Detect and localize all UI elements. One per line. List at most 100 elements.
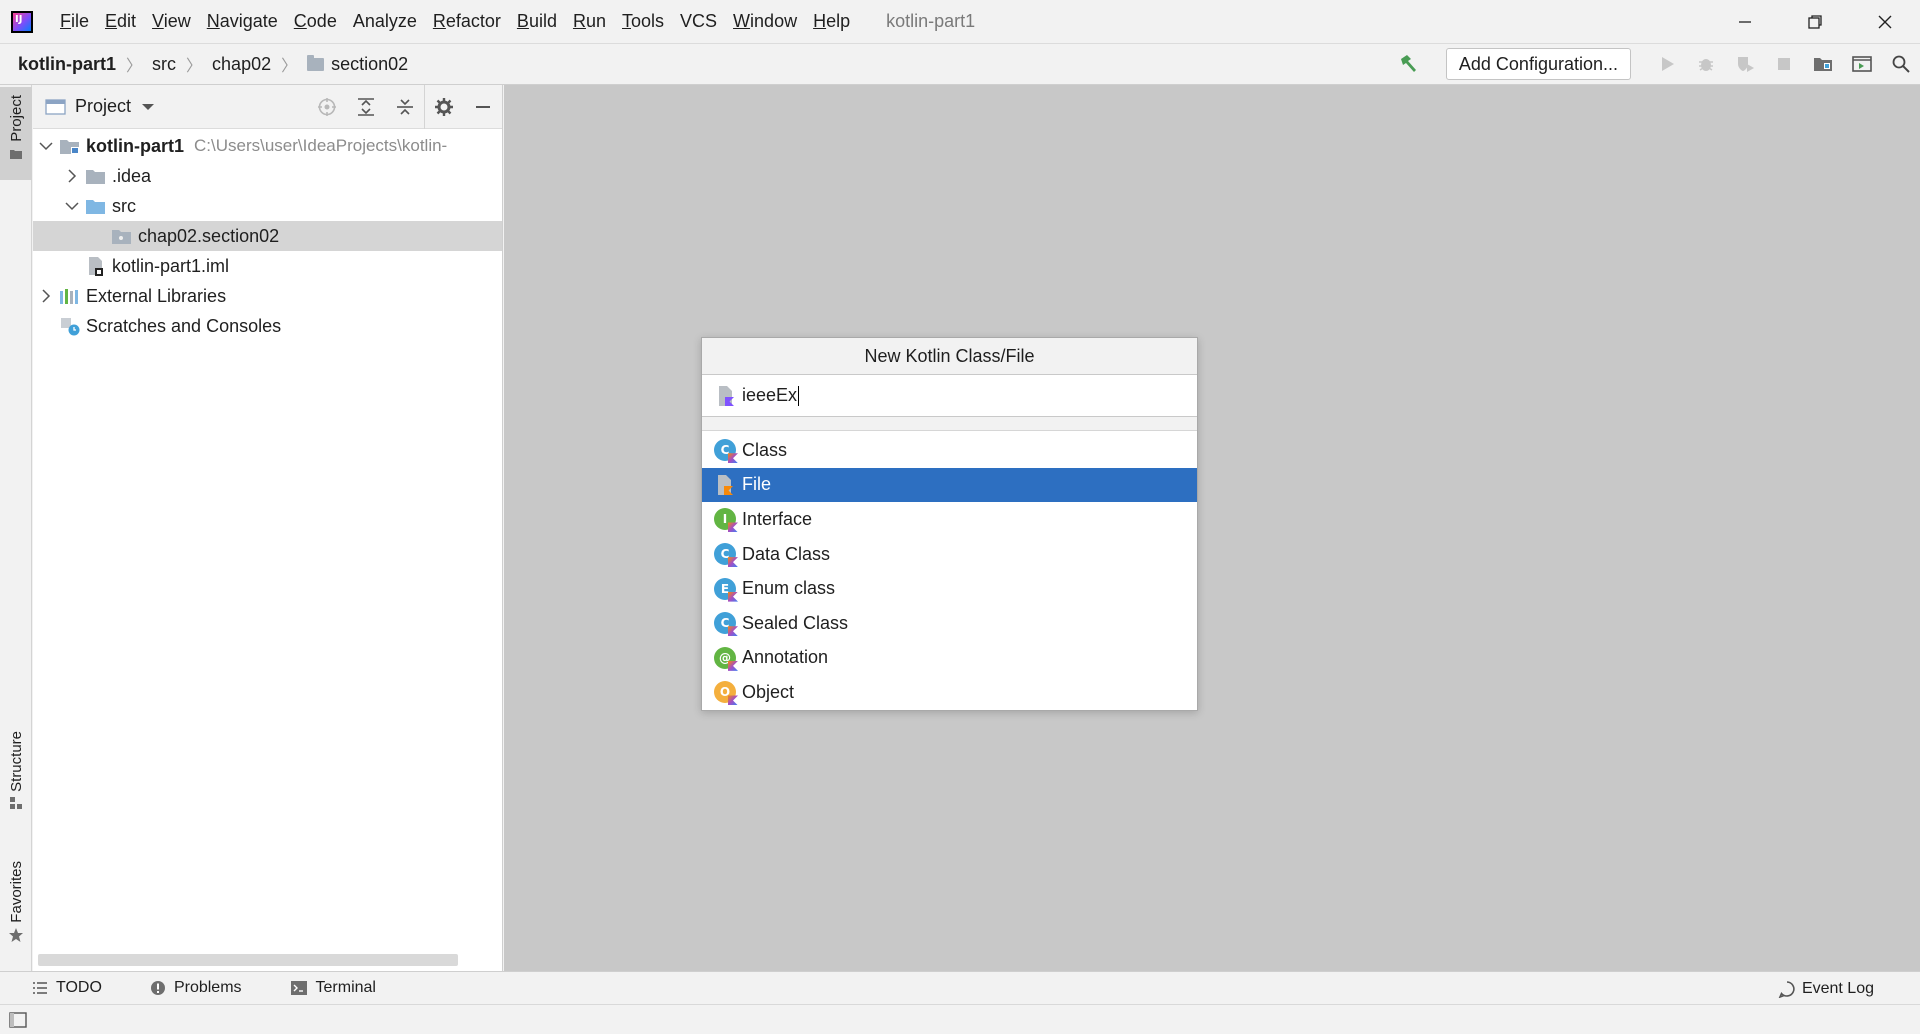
breadcrumb-separator-icon: 〉 (186, 58, 203, 75)
favorites-tab-label: Favorites (7, 861, 25, 923)
module-folder-icon (59, 137, 81, 155)
navigation-bar: kotlin-part1 〉 src 〉 chap02 〉 section02 … (0, 43, 1920, 85)
tree-row-scratches[interactable]: Scratches and Consoles (33, 311, 502, 341)
folder-icon (10, 149, 22, 159)
tree-row-external-libraries[interactable]: External Libraries (33, 281, 502, 311)
close-button[interactable] (1850, 0, 1920, 43)
project-tool-tab[interactable]: Project (0, 87, 32, 180)
chevron-down-icon[interactable] (33, 141, 59, 151)
kotlin-class-icon: C (714, 439, 736, 462)
breadcrumb-chap02[interactable]: chap02 (212, 54, 271, 75)
chevron-down-icon[interactable] (141, 102, 155, 112)
expand-all-button[interactable] (346, 85, 385, 129)
menu-window[interactable]: Window (725, 0, 805, 43)
breadcrumb-section02[interactable]: section02 (307, 54, 408, 75)
problems-tab[interactable]: Problems (132, 979, 258, 997)
project-panel-tools (307, 85, 502, 129)
chevron-right-icon[interactable] (33, 289, 59, 303)
debug-button[interactable] (1686, 44, 1725, 84)
run-icon (1661, 57, 1674, 71)
coverage-shield-icon (1737, 57, 1754, 72)
kind-label-class: Class (742, 439, 788, 460)
kotlin-file-icon (716, 385, 736, 407)
chevron-right-icon[interactable] (59, 169, 85, 183)
gear-icon (435, 98, 453, 116)
search-everywhere-button[interactable] (1881, 44, 1920, 84)
file-name-input[interactable]: ieeeEx (702, 375, 1197, 417)
kind-label-annotation: Annotation (742, 647, 829, 668)
favorites-tool-tab[interactable]: Favorites (0, 861, 32, 959)
kind-item-file[interactable]: File (702, 467, 1197, 503)
tree-row-package[interactable]: chap02.section02 (33, 221, 502, 251)
project-settings-button[interactable] (424, 85, 463, 129)
event-log-tab[interactable]: Event Log (1778, 972, 1874, 1005)
menu-edit[interactable]: Edit (97, 0, 144, 43)
kind-item-sealed-class[interactable]: C Sealed Class (702, 606, 1197, 641)
add-configuration-button[interactable]: Add Configuration... (1445, 48, 1631, 80)
menu-build[interactable]: Build (509, 0, 565, 43)
tree-row-idea[interactable]: .idea (33, 161, 502, 191)
expand-all-icon (357, 98, 374, 116)
tree-row-iml[interactable]: kotlin-part1.iml (33, 251, 502, 281)
menu-navigate[interactable]: Navigate (199, 0, 286, 43)
module-path-hint: C:\Users\user\IdeaProjects\kotlin- (194, 136, 448, 155)
run-with-coverage-button[interactable] (1725, 44, 1764, 84)
problems-tab-label: Problems (173, 979, 242, 996)
menu-refactor[interactable]: Refactor (425, 0, 509, 43)
build-project-button[interactable] (1389, 44, 1428, 84)
tree-row-src[interactable]: src (33, 191, 502, 221)
menu-view[interactable]: View (144, 0, 199, 43)
tree-row-module[interactable]: kotlin-part1 C:\Users\user\IdeaProjects\… (33, 131, 502, 161)
hide-panel-button[interactable] (463, 85, 502, 129)
kotlin-sealed-class-icon: C (714, 612, 736, 635)
kind-item-annotation[interactable]: @ Annotation (702, 641, 1197, 676)
kind-item-enum-class[interactable]: E Enum class (702, 571, 1197, 606)
select-opened-file-button[interactable] (307, 85, 346, 129)
kotlin-interface-icon: I (714, 508, 736, 531)
structure-tool-tab[interactable]: Structure (0, 731, 32, 821)
breadcrumb-project[interactable]: kotlin-part1 (18, 54, 116, 75)
tree-label-src: src (112, 195, 136, 216)
source-folder-icon (85, 197, 107, 215)
menu-file[interactable]: File (52, 0, 97, 43)
toggle-tool-windows-icon[interactable] (9, 1011, 27, 1028)
terminal-tab[interactable]: Terminal (272, 979, 392, 997)
presentation-mode-button[interactable] (1842, 44, 1881, 84)
bug-icon (1698, 59, 1713, 71)
kind-item-data-class[interactable]: C Data Class (702, 537, 1197, 572)
left-tool-stripe: Project Structure Favorites (0, 85, 32, 971)
libraries-icon (59, 287, 81, 305)
breadcrumb-src[interactable]: src (152, 54, 176, 75)
kind-label-file: File (742, 474, 772, 495)
horizontal-scrollbar[interactable] (38, 954, 458, 966)
minimize-button[interactable] (1710, 0, 1780, 43)
kotlin-enum-icon: E (714, 577, 736, 600)
project-view-selector[interactable]: Project (75, 96, 131, 117)
project-structure-button[interactable] (1803, 44, 1842, 84)
project-tab-label: Project (7, 95, 25, 142)
chevron-down-icon[interactable] (59, 201, 85, 211)
menu-tools[interactable]: Tools (614, 0, 672, 43)
menu-help[interactable]: Help (805, 0, 858, 43)
kind-item-class[interactable]: C Class (702, 433, 1197, 468)
kind-item-interface[interactable]: I Interface (702, 502, 1197, 537)
menu-code[interactable]: Code (286, 0, 345, 43)
collapse-all-button[interactable] (385, 85, 424, 129)
restore-button[interactable] (1780, 0, 1850, 43)
kind-item-object[interactable]: O Object (702, 675, 1197, 710)
kind-list: C Class File I Interface C Data Class E … (702, 431, 1197, 710)
menu-analyze[interactable]: Analyze (345, 0, 425, 43)
kotlin-file-icon (714, 474, 736, 496)
structure-tab-label: Structure (7, 731, 25, 792)
project-tool-window: Project kotlin-part1 C:\Users\user\IdeaP… (33, 85, 503, 971)
todo-tab[interactable]: TODO (14, 979, 118, 997)
package-icon (111, 227, 133, 245)
run-button[interactable] (1647, 44, 1686, 84)
restore-icon (1808, 14, 1822, 29)
close-icon (1878, 15, 1892, 28)
dialog-separator (702, 417, 1197, 431)
stop-button[interactable] (1764, 44, 1803, 84)
terminal-tab-label: Terminal (315, 979, 376, 996)
menu-run[interactable]: Run (565, 0, 614, 43)
menu-vcs[interactable]: VCS (672, 0, 725, 43)
